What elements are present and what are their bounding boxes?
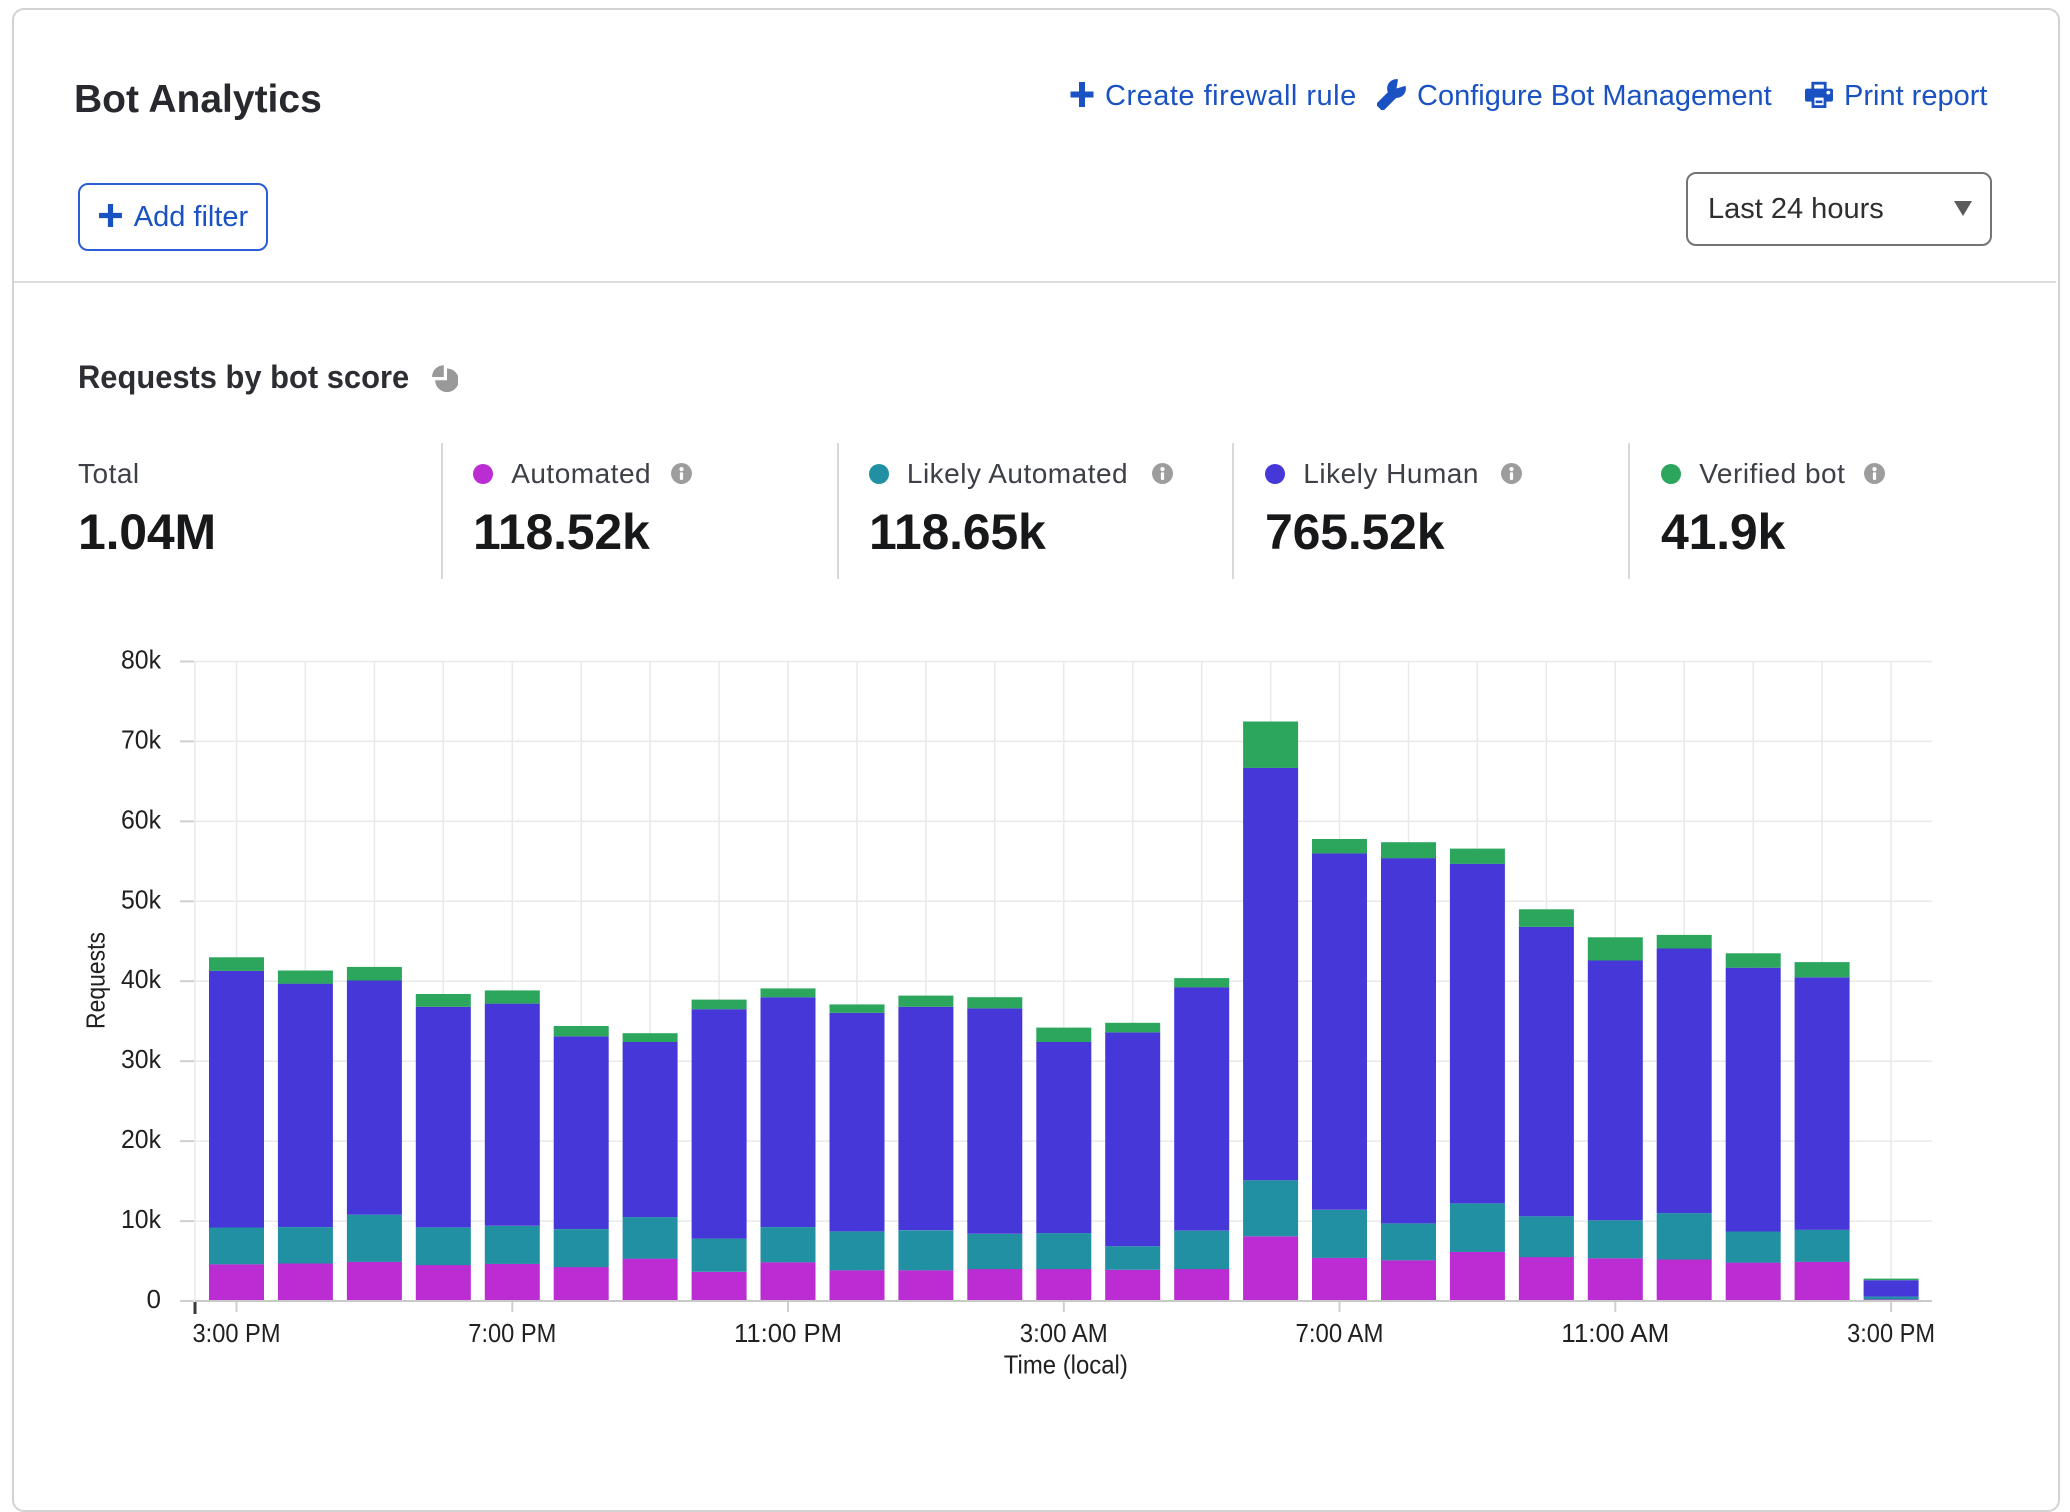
svg-text:Requests: Requests xyxy=(81,932,111,1029)
svg-text:30k: 30k xyxy=(121,1044,162,1074)
svg-text:3:00 PM: 3:00 PM xyxy=(1847,1318,1935,1348)
svg-text:0: 0 xyxy=(147,1284,161,1314)
svg-text:70k: 70k xyxy=(121,724,162,754)
svg-text:80k: 80k xyxy=(121,645,162,675)
svg-text:11:00 PM: 11:00 PM xyxy=(734,1318,842,1348)
svg-text:11:00 AM: 11:00 AM xyxy=(1561,1318,1669,1348)
svg-text:3:00 PM: 3:00 PM xyxy=(193,1318,281,1348)
svg-text:7:00 PM: 7:00 PM xyxy=(468,1318,556,1348)
svg-text:10k: 10k xyxy=(121,1204,162,1234)
svg-text:20k: 20k xyxy=(121,1124,162,1154)
svg-text:3:00 AM: 3:00 AM xyxy=(1020,1318,1108,1348)
svg-text:50k: 50k xyxy=(121,884,162,914)
svg-text:7:00 AM: 7:00 AM xyxy=(1296,1318,1384,1348)
svg-text:40k: 40k xyxy=(121,964,162,994)
svg-text:Time (local): Time (local) xyxy=(1004,1350,1128,1380)
svg-text:60k: 60k xyxy=(121,804,162,834)
